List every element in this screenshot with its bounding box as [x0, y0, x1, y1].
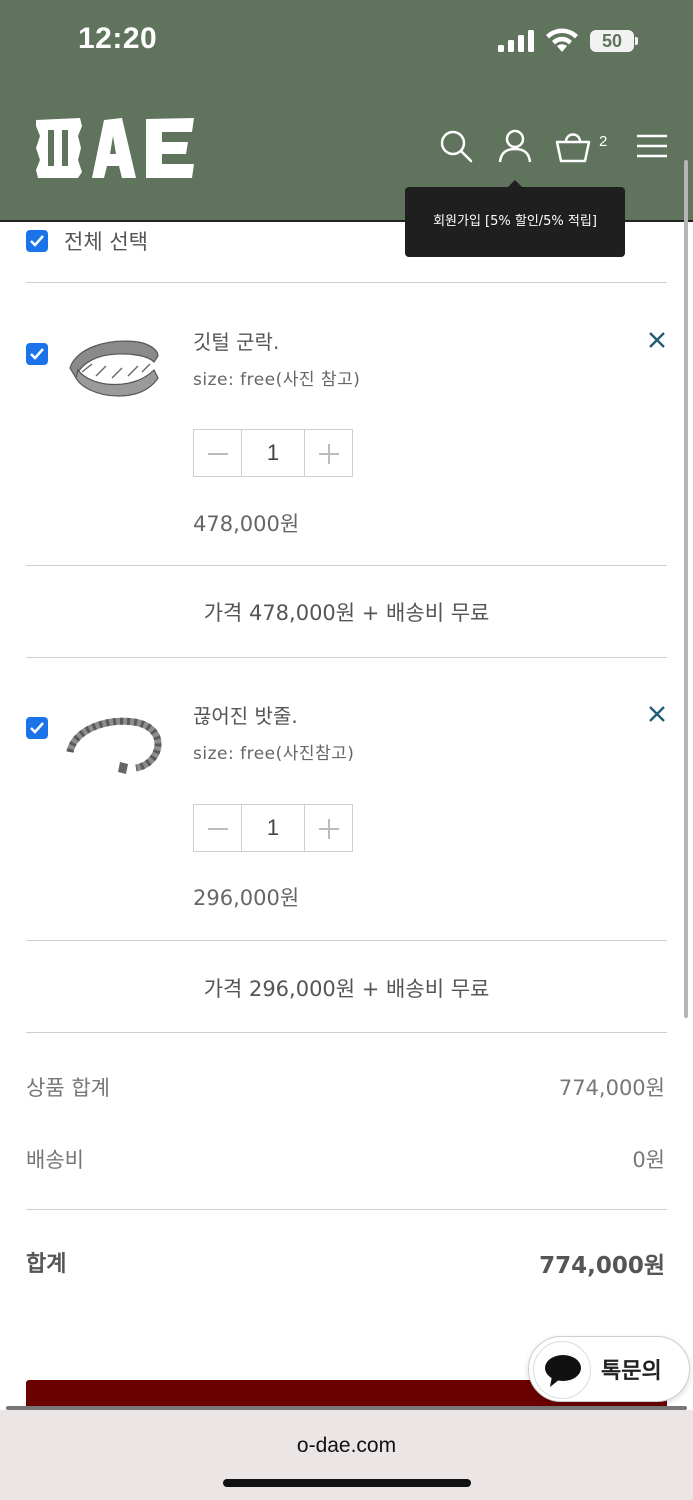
divider	[26, 282, 667, 283]
signup-tooltip[interactable]: 회원가입 [5% 할인/5% 적립]	[405, 187, 625, 257]
cart-count-badge: 2	[599, 133, 608, 150]
product-image-feather-cuff[interactable]	[62, 326, 162, 406]
remove-item-icon[interactable]	[646, 703, 668, 725]
cart-basket-icon[interactable]	[555, 128, 591, 164]
item-option: size: free(사진참고)	[193, 744, 355, 764]
page-scrollbar[interactable]	[684, 160, 688, 1018]
item-name[interactable]: 끊어진 밧줄.	[193, 700, 298, 729]
remove-item-icon[interactable]	[646, 329, 668, 351]
user-icon[interactable]	[497, 128, 533, 164]
item-name[interactable]: 깃털 군락.	[193, 326, 279, 355]
select-all-checkbox[interactable]	[26, 230, 48, 252]
cellular-signal-icon	[498, 30, 534, 52]
url-text[interactable]: o-dae.com	[0, 1434, 693, 1458]
item-subtotal: 가격 296,000원 + 배송비 무료	[203, 977, 490, 1001]
quantity-value[interactable]: 1	[242, 805, 304, 851]
divider	[26, 1209, 667, 1210]
checkmark-icon	[30, 348, 44, 360]
divider	[26, 940, 667, 941]
quantity-stepper: 1	[193, 804, 353, 852]
checkmark-icon	[30, 235, 44, 247]
product-total-label: 상품 합계	[26, 1076, 110, 1100]
increase-quantity-button[interactable]	[304, 805, 352, 851]
product-total-value: 774,000원	[558, 1076, 665, 1100]
kakao-chat-button[interactable]: 톡문의	[528, 1336, 690, 1402]
decrease-quantity-button[interactable]	[194, 430, 242, 476]
hamburger-menu-icon[interactable]	[634, 128, 670, 164]
shipping-value: 0원	[632, 1148, 665, 1172]
product-image-rope-cuff[interactable]	[62, 702, 162, 782]
status-bar: 12:20 50	[0, 0, 693, 80]
battery-level: 50	[601, 31, 623, 51]
item-checkbox[interactable]	[26, 717, 48, 739]
divider	[26, 565, 667, 566]
chat-button-label: 톡문의	[601, 1359, 662, 1384]
shipping-label: 배송비	[26, 1148, 84, 1172]
chat-bubble-icon	[533, 1341, 591, 1399]
item-checkbox[interactable]	[26, 343, 48, 365]
increase-quantity-button[interactable]	[304, 430, 352, 476]
divider	[26, 1032, 667, 1033]
browser-address-bar[interactable]: o-dae.com	[0, 1410, 693, 1500]
select-all-label[interactable]: 전체 선택	[64, 226, 148, 256]
dae-logo[interactable]	[34, 116, 196, 180]
grand-total-label: 합계	[26, 1252, 67, 1277]
item-price: 296,000원	[193, 886, 300, 910]
home-indicator[interactable]	[223, 1479, 471, 1487]
wifi-icon	[546, 28, 578, 52]
divider	[26, 657, 667, 658]
item-price: 478,000원	[193, 512, 300, 536]
search-icon[interactable]	[438, 128, 474, 164]
grand-total-value: 774,000원	[539, 1253, 665, 1279]
quantity-stepper: 1	[193, 429, 353, 477]
quantity-value[interactable]: 1	[242, 430, 304, 476]
battery-icon: 50	[590, 30, 638, 52]
decrease-quantity-button[interactable]	[194, 805, 242, 851]
item-option: size: free(사진 참고)	[193, 370, 361, 390]
item-subtotal: 가격 478,000원 + 배송비 무료	[203, 601, 490, 625]
status-time: 12:20	[78, 22, 158, 55]
checkmark-icon	[30, 722, 44, 734]
